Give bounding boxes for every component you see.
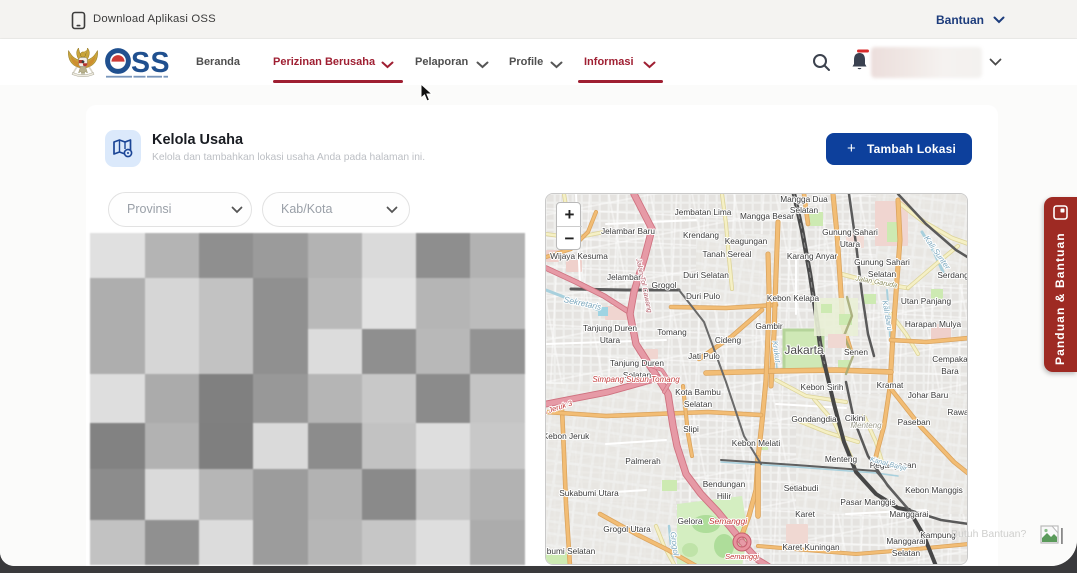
svg-text:Pasar Manggis: Pasar Manggis <box>840 497 895 507</box>
svg-text:Tanah Sereal: Tanah Sereal <box>703 249 752 259</box>
svg-text:Kebon Sirih: Kebon Sirih <box>801 382 844 392</box>
svg-text:Kebon Jeruk: Kebon Jeruk <box>546 431 590 441</box>
svg-text:Mangga Dua: Mangga Dua <box>780 194 828 204</box>
svg-text:Slipi: Slipi <box>683 424 699 434</box>
svg-text:Rawa: Rawa <box>947 407 968 417</box>
svg-text:Hilir: Hilir <box>717 491 732 501</box>
svg-text:Karang Anyar: Karang Anyar <box>787 251 838 261</box>
svg-text:Tanjung Duren: Tanjung Duren <box>583 323 637 333</box>
svg-text:Sukabumi Utara: Sukabumi Utara <box>559 488 619 498</box>
svg-text:Palmerah: Palmerah <box>625 456 661 466</box>
svg-text:Selatan: Selatan <box>684 399 713 409</box>
svg-text:Tanjung Duren: Tanjung Duren <box>610 358 664 368</box>
svg-text:Utara: Utara <box>840 239 861 249</box>
svg-text:Keagungan: Keagungan <box>725 236 768 246</box>
svg-text:Duri Pulo: Duri Pulo <box>686 291 721 301</box>
svg-text:Duri Selatan: Duri Selatan <box>683 270 729 280</box>
svg-text:Bendungan: Bendungan <box>703 479 746 489</box>
svg-text:SS: SS <box>131 48 169 79</box>
svg-text:Kebon Manggis: Kebon Manggis <box>905 485 963 495</box>
svg-text:Jakarta: Jakarta <box>784 343 824 357</box>
svg-text:Gambir: Gambir <box>755 321 782 331</box>
svg-text:Karet: Karet <box>795 509 816 519</box>
svg-text:Simpang Susun Tomang: Simpang Susun Tomang <box>592 375 680 384</box>
svg-text:Kebon Melati: Kebon Melati <box>732 438 781 448</box>
svg-text:Manggarai: Manggarai <box>889 509 928 519</box>
svg-text:Cempaka: Cempaka <box>932 354 968 364</box>
svg-text:Jati Pulo: Jati Pulo <box>688 351 720 361</box>
svg-text:Grogol: Grogol <box>652 280 677 290</box>
svg-text:Utara: Utara <box>600 335 621 345</box>
svg-text:Harapan Mulya: Harapan Mulya <box>905 319 962 329</box>
svg-text:Gondangdia: Gondangdia <box>791 414 837 424</box>
svg-text:Tomang: Tomang <box>657 327 687 337</box>
svg-text:Utan Panjang: Utan Panjang <box>901 296 952 306</box>
svg-text:Gelora: Gelora <box>678 516 703 526</box>
svg-text:Cideng: Cideng <box>715 335 742 345</box>
svg-text:Gunung Sahari: Gunung Sahari <box>822 227 878 237</box>
svg-text:Wijaya Kesuma: Wijaya Kesuma <box>550 251 608 261</box>
svg-text:Bara: Bara <box>941 366 959 376</box>
svg-text:Selatan: Selatan <box>892 548 921 558</box>
svg-text:Serdang: Serdang <box>937 270 968 280</box>
svg-text:Paseban: Paseban <box>898 417 931 427</box>
svg-text:Menteng: Menteng <box>825 454 858 464</box>
svg-text:Senen: Senen <box>844 347 868 357</box>
svg-text:Setiabudi: Setiabudi <box>784 483 819 493</box>
svg-text:bumi Selatan: bumi Selatan <box>547 546 596 556</box>
svg-text:Gunung Sahari: Gunung Sahari <box>854 257 910 267</box>
svg-text:Selatan: Selatan <box>790 205 819 215</box>
svg-text:Johar Baru: Johar Baru <box>908 390 949 400</box>
svg-text:Menteng: Menteng <box>850 421 882 430</box>
svg-text:Semanggi: Semanggi <box>725 552 759 561</box>
svg-text:Kebon Kelapa: Kebon Kelapa <box>767 293 820 303</box>
svg-text:Kramat: Kramat <box>877 380 904 390</box>
svg-text:Semanggi: Semanggi <box>709 516 748 526</box>
svg-text:Jembatan Lima: Jembatan Lima <box>675 207 732 217</box>
svg-text:Kota Bambu: Kota Bambu <box>675 387 721 397</box>
svg-text:Krendang: Krendang <box>683 230 719 240</box>
svg-text:Jelambar: Jelambar <box>607 272 641 282</box>
svg-text:Jelambar Baru: Jelambar Baru <box>601 226 655 236</box>
svg-text:Karet Kuningan: Karet Kuningan <box>782 542 840 552</box>
svg-text:Mangga Besar: Mangga Besar <box>740 211 794 221</box>
svg-text:Grogol Utara: Grogol Utara <box>603 524 651 534</box>
